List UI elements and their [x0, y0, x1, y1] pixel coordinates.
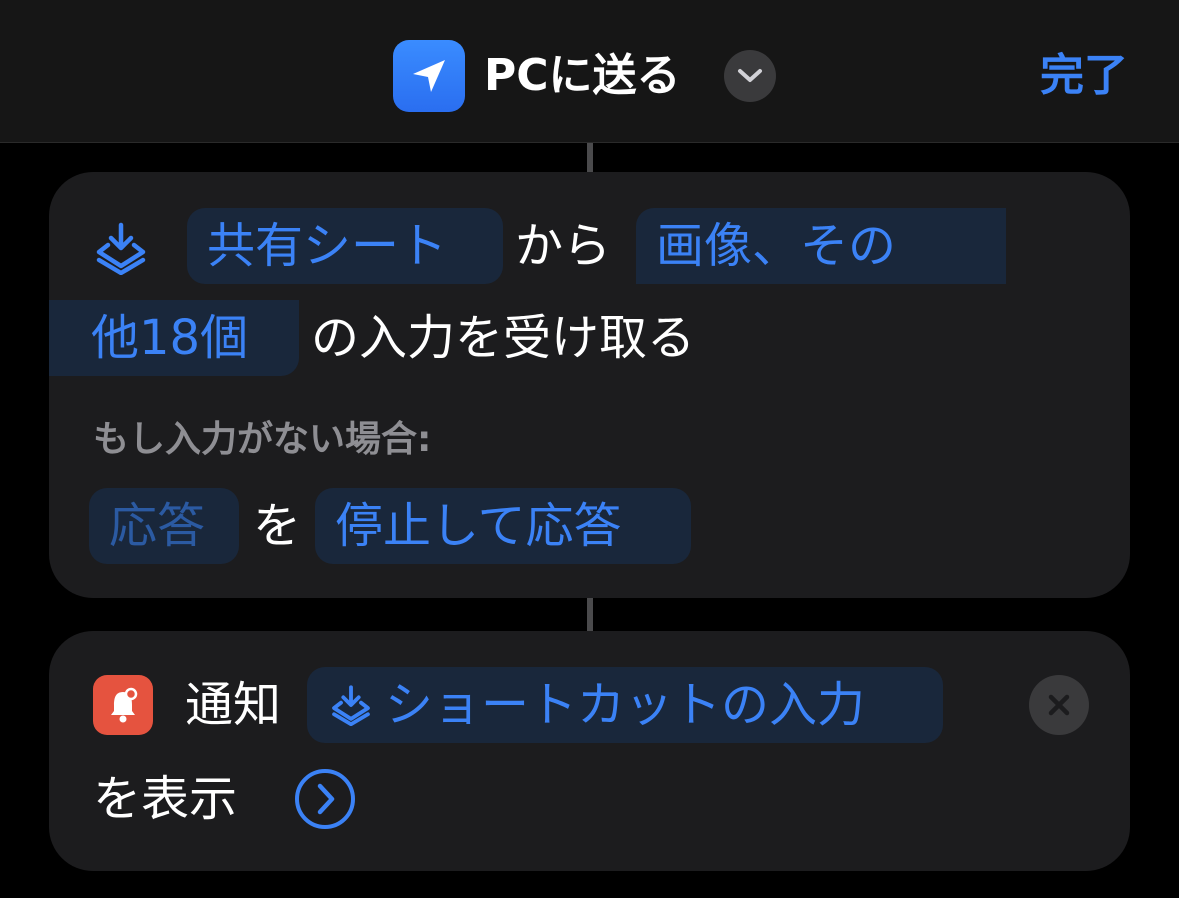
- chevron-right-circle-icon[interactable]: [293, 767, 357, 831]
- shortcut-title[interactable]: PCに送る: [484, 48, 681, 104]
- flow-connector: [587, 598, 593, 632]
- notification-body-pill[interactable]: ショートカットの入力: [307, 667, 943, 743]
- show-suffix-text: を表示: [93, 771, 238, 827]
- response-pill[interactable]: 応答: [89, 488, 239, 564]
- notification-label: 通知: [185, 677, 282, 733]
- bell-icon: [93, 675, 153, 735]
- input-types-pill[interactable]: 画像、その: [636, 208, 1006, 284]
- input-source-pill[interactable]: 共有シート: [187, 208, 503, 284]
- no-input-behavior-pill[interactable]: 停止して応答: [315, 488, 691, 564]
- receive-input-action[interactable]: 共有シート から 画像、その 他18個 の入力を受け取る もし入力がない場合: …: [49, 172, 1130, 598]
- shortcut-input-icon: [93, 220, 149, 276]
- input-types-pill-continued[interactable]: 他18個: [49, 300, 299, 376]
- navigation-bar: PCに送る 完了: [0, 0, 1179, 143]
- if-no-input-label: もし入力がない場合:: [93, 419, 432, 460]
- shortcut-input-icon: [329, 683, 373, 727]
- show-notification-action[interactable]: 通知 ショートカットの入力 を表示: [49, 631, 1130, 871]
- from-text: から: [515, 218, 612, 274]
- location-arrow-icon[interactable]: [393, 40, 465, 112]
- receive-suffix-text: の入力を受け取る: [311, 310, 696, 366]
- close-icon[interactable]: [1029, 675, 1089, 735]
- shortcut-input-variable: ショートカットの入力: [385, 677, 866, 733]
- wo-text: を: [253, 498, 302, 554]
- flow-connector: [587, 143, 593, 173]
- done-button[interactable]: 完了: [1000, 48, 1128, 104]
- chevron-down-icon[interactable]: [724, 50, 776, 102]
